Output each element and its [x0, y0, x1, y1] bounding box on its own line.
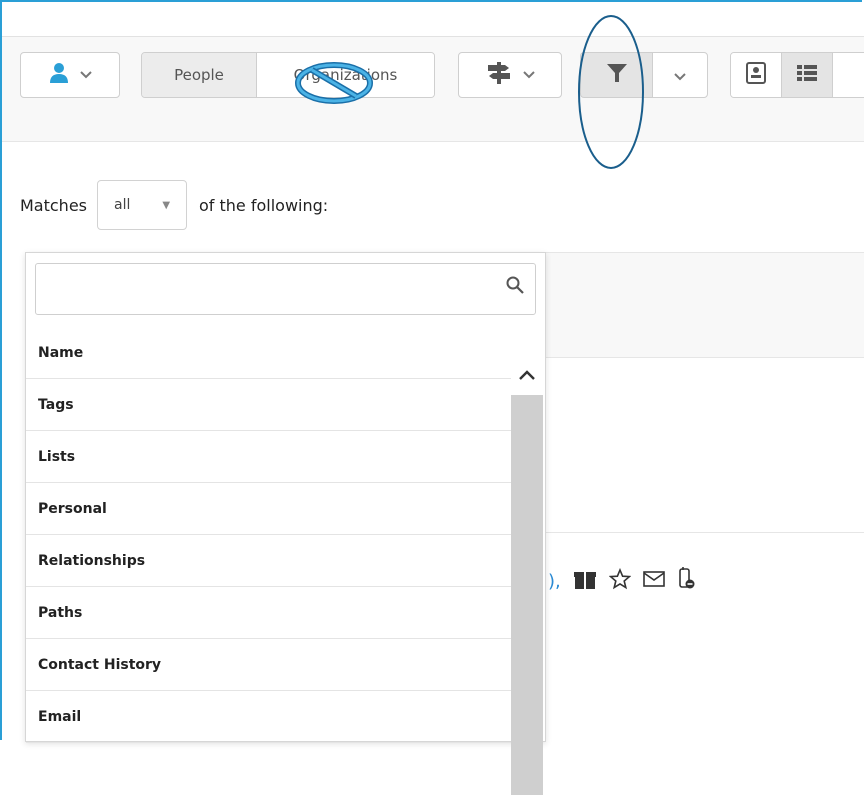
list-item-contact-history[interactable]: Contact History [26, 639, 511, 691]
chevron-down-icon [523, 68, 535, 83]
list-view-button[interactable] [782, 53, 833, 97]
filter-options-button[interactable] [652, 52, 708, 98]
filter-field-dropdown: Name Tags Lists Personal Relationships P… [25, 252, 546, 795]
field-list: Name Tags Lists Personal Relationships P… [26, 327, 511, 743]
phone-blocked-icon[interactable] [677, 566, 695, 596]
divider [545, 532, 864, 533]
filter-funnel-icon [605, 61, 629, 89]
top-strip [2, 2, 864, 37]
search-icon[interactable] [505, 275, 525, 299]
filter-button[interactable] [580, 52, 652, 98]
envelope-icon[interactable] [642, 570, 665, 592]
chevron-down-icon [674, 66, 686, 85]
card-view-button[interactable] [731, 53, 782, 97]
view-toggle [730, 52, 864, 98]
list-item-personal[interactable]: Personal [26, 483, 511, 535]
field-search-input[interactable] [44, 264, 488, 314]
toolbar: People Organizations [2, 37, 864, 142]
list-item-tags[interactable]: Tags [26, 379, 511, 431]
contact-type-menu-button[interactable] [20, 52, 120, 98]
list-item-name[interactable]: Name [26, 327, 511, 379]
caret-down-icon: ▼ [162, 199, 171, 211]
list-item-lists[interactable]: Lists [26, 431, 511, 483]
chevron-down-icon [80, 68, 92, 83]
paths-menu-button[interactable] [458, 52, 562, 98]
person-icon [48, 62, 70, 88]
result-link[interactable]: ), [548, 571, 561, 592]
signpost-icon [485, 61, 513, 89]
scrollbar-thumb[interactable] [511, 395, 543, 795]
people-organizations-toggle: People Organizations [141, 52, 435, 98]
organizations-tab[interactable]: Organizations [257, 53, 434, 97]
list-view-icon [796, 63, 818, 87]
list-item-paths[interactable]: Paths [26, 587, 511, 639]
gift-icon[interactable] [573, 568, 597, 594]
filter-panel-header [545, 252, 864, 358]
star-icon[interactable] [608, 567, 632, 594]
list-item-relationships[interactable]: Relationships [26, 535, 511, 587]
field-search-box [35, 263, 536, 315]
matches-select[interactable]: all ▼ [97, 180, 187, 230]
list-item-email[interactable]: Email [26, 691, 511, 743]
matches-select-value: all [113, 197, 131, 213]
contact-card-icon [746, 62, 766, 88]
people-tab[interactable]: People [142, 53, 257, 97]
result-row: ), [548, 566, 695, 596]
view-toggle-extra[interactable] [833, 53, 864, 97]
matches-row: Matches all ▼ of the following: [20, 180, 328, 230]
scroll-up-icon [518, 366, 536, 385]
matches-label: Matches [20, 195, 87, 215]
scroll-up-button[interactable] [511, 357, 543, 393]
following-label: of the following: [199, 195, 329, 215]
